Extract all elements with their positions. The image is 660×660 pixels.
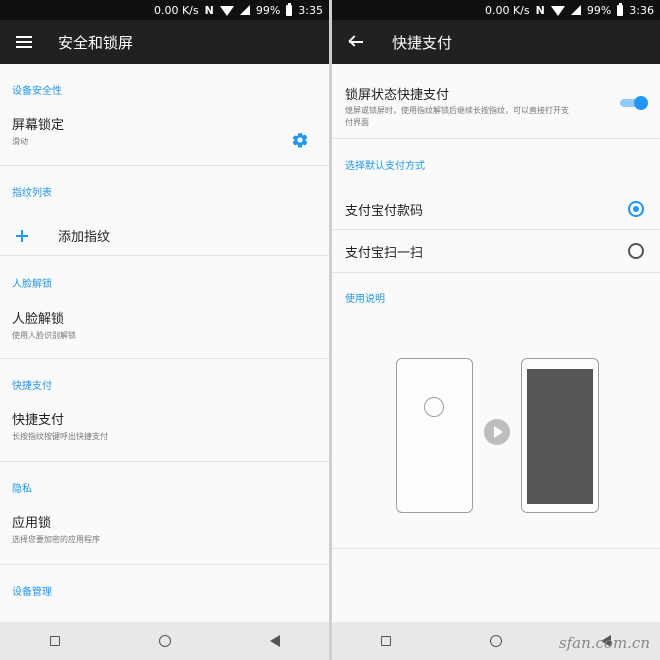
status-bar: 0.00 K/s N 99% 3:36 (332, 0, 660, 20)
status-bar: 0.00 K/s N 99% 3:35 (0, 0, 329, 20)
lockscreen-quick-pay-title: 锁屏状态快捷支付 (345, 88, 450, 103)
plus-icon (16, 229, 28, 242)
page-title: 快捷支付 (392, 33, 453, 52)
app-lock-title: 应用锁 (12, 516, 52, 531)
radio-unselected-icon[interactable] (628, 243, 644, 259)
system-nav-bar (0, 622, 329, 660)
payment-option-label: 支付宝扫一扫 (345, 245, 424, 261)
screen-lock-row[interactable]: 屏幕锁定 滑动 (0, 114, 329, 165)
lockscreen-quick-pay-desc-line1: 熄屏或锁屏时，使用指纹解锁后继续长按指纹，可以直接打开支 (345, 106, 569, 115)
lockscreen-quick-pay-row[interactable]: 锁屏状态快捷支付 熄屏或锁屏时，使用指纹解锁后继续长按指纹，可以直接打开支 付界… (332, 64, 660, 138)
lockscreen-quick-pay-desc-line2: 付界面 (345, 118, 369, 127)
play-icon[interactable] (484, 419, 510, 445)
payment-option-label: 支付宝付款码 (345, 203, 424, 219)
section-device-admin: 设备管理 (12, 586, 52, 598)
section-usage-instructions: 使用说明 (345, 293, 385, 305)
home-button[interactable] (158, 635, 171, 647)
toggle-knob (634, 96, 648, 110)
section-face-unlock: 人脸解锁 (12, 278, 52, 290)
payment-option-alipay-scan[interactable]: 支付宝扫一扫 (332, 230, 660, 272)
menu-icon (16, 36, 32, 48)
face-unlock-row[interactable]: 人脸解锁 使用人脸识别解锁 (0, 308, 329, 358)
back-button[interactable] (269, 635, 280, 647)
wifi-icon (550, 5, 565, 16)
battery-percent: 99% (255, 3, 281, 17)
section-privacy: 隐私 (12, 483, 32, 495)
back-arrow-icon (348, 35, 364, 49)
payment-option-alipay-code[interactable]: 支付宝付款码 (332, 189, 660, 229)
screen-lock-subtitle: 滑动 (12, 137, 28, 146)
app-lock-subtitle: 选择您要加密的应用程序 (12, 535, 100, 544)
toolbar: 安全和锁屏 (0, 20, 329, 64)
toolbar: 快捷支付 (332, 20, 660, 64)
cell-signal-icon (239, 5, 250, 15)
clock: 3:35 (298, 3, 323, 17)
phone-front-illustration (521, 358, 599, 513)
network-speed: 0.00 K/s (484, 3, 530, 17)
nfc-icon: N (535, 3, 545, 17)
phone-back-illustration (396, 358, 473, 513)
section-choose-default-payment: 选择默认支付方式 (345, 160, 425, 172)
network-speed: 0.00 K/s (153, 3, 199, 17)
face-unlock-title: 人脸解锁 (12, 312, 65, 327)
app-lock-row[interactable]: 应用锁 选择您要加密的应用程序 (0, 512, 329, 564)
gear-icon[interactable] (291, 131, 309, 149)
recents-button[interactable] (381, 636, 392, 646)
screen-lock-title: 屏幕锁定 (12, 118, 65, 133)
section-fingerprint-list: 指纹列表 (12, 187, 52, 199)
section-quick-pay: 快捷支付 (12, 380, 52, 392)
watermark-logo: sfan.com.cn (558, 634, 650, 652)
cell-signal-icon (570, 5, 581, 15)
menu-button[interactable] (2, 20, 46, 64)
divider (332, 548, 660, 549)
lockscreen-quick-pay-toggle[interactable] (620, 96, 648, 110)
section-device-security: 设备安全性 (12, 85, 62, 97)
battery-icon (617, 2, 624, 16)
face-unlock-subtitle: 使用人脸识别解锁 (12, 331, 76, 340)
nfc-icon: N (204, 3, 214, 17)
quick-pay-subtitle: 长按指纹按键呼出快捷支付 (12, 432, 108, 441)
phone-screen (527, 369, 593, 504)
quick-pay-row[interactable]: 快捷支付 长按指纹按键呼出快捷支付 (0, 409, 329, 461)
radio-selected-icon[interactable] (628, 201, 644, 217)
home-button[interactable] (489, 635, 502, 647)
quick-pay-title: 快捷支付 (12, 413, 65, 428)
add-fingerprint-row[interactable]: 添加指纹 (0, 216, 329, 255)
quick-pay-settings-screen: 0.00 K/s N 99% 3:36 快捷支付 锁屏状态快捷支付 熄屏或锁屏时… (332, 0, 660, 660)
add-fingerprint-title: 添加指纹 (58, 230, 111, 245)
security-lockscreen-settings-screen: 0.00 K/s N 99% 3:35 安全和锁屏 设备安全性 屏幕锁定 滑动 … (0, 0, 329, 660)
page-title: 安全和锁屏 (58, 33, 134, 52)
fingerprint-sensor-icon (424, 397, 444, 417)
recents-button[interactable] (49, 636, 60, 646)
battery-percent: 99% (586, 3, 612, 17)
wifi-icon (219, 5, 234, 16)
clock: 3:36 (629, 3, 654, 17)
usage-illustration (332, 356, 660, 516)
back-arrow-button[interactable] (334, 20, 378, 64)
battery-icon (286, 2, 293, 16)
